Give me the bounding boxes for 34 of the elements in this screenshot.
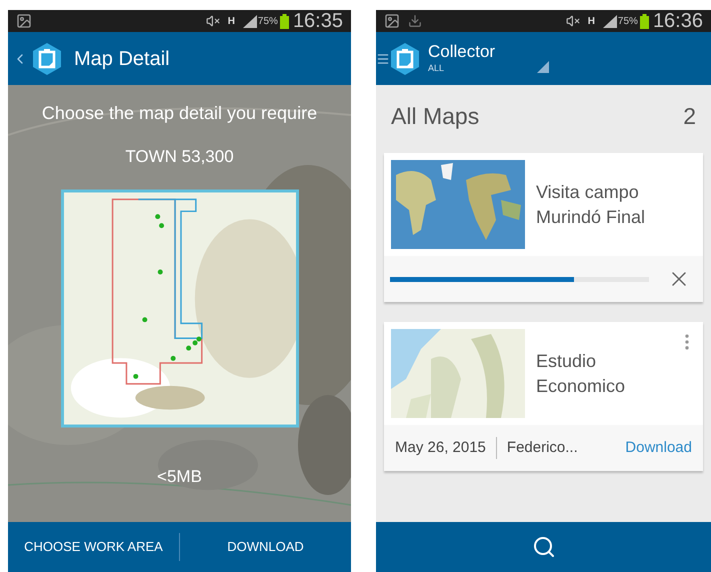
- map-owner: Federico...: [506, 438, 578, 458]
- menu-icon[interactable]: [376, 52, 390, 66]
- battery-percent: 75%: [258, 14, 278, 28]
- app-title: Collector: [428, 42, 496, 62]
- map-card[interactable]: Estudio Economico May 26, 2015 Federico... Download: [384, 322, 703, 471]
- filter-label: ALL: [428, 62, 446, 75]
- picture-notification-icon: [384, 13, 400, 29]
- app-logo-icon: [390, 42, 420, 74]
- app-logo-icon: [32, 42, 62, 74]
- network-type: H: [228, 14, 235, 28]
- signal-icon: [242, 14, 257, 28]
- bottom-bar-button[interactable]: CHOOSE WORK AREA: [8, 522, 179, 572]
- download-icon: [408, 14, 422, 28]
- battery-percent: 75%: [618, 14, 638, 28]
- download-link[interactable]: Download: [625, 436, 692, 460]
- picture-notification-icon: [16, 13, 32, 29]
- signal-icon: [602, 14, 617, 28]
- clock: 16:36: [652, 11, 703, 31]
- mute-icon: [206, 14, 220, 28]
- bottom-bar-button[interactable]: DOWNLOAD: [180, 522, 351, 572]
- battery-icon: [640, 14, 649, 28]
- mute-icon: [566, 14, 580, 28]
- map-card[interactable]: Visita campo Murindó Final: [384, 153, 703, 302]
- clock: 16:35: [292, 11, 343, 31]
- map-title: Visita campo Murindó Final: [536, 180, 646, 228]
- list-heading: All Maps: [391, 102, 480, 131]
- dropdown-icon[interactable]: [537, 61, 550, 74]
- battery-icon: [280, 14, 289, 28]
- network-type: H: [588, 14, 595, 28]
- map-title: Estudio Economico: [536, 350, 626, 398]
- search-icon: [532, 535, 556, 559]
- map-date: May 26, 2015: [395, 438, 486, 458]
- map-count: 2: [683, 102, 696, 131]
- screen-title: Map Detail: [74, 46, 170, 72]
